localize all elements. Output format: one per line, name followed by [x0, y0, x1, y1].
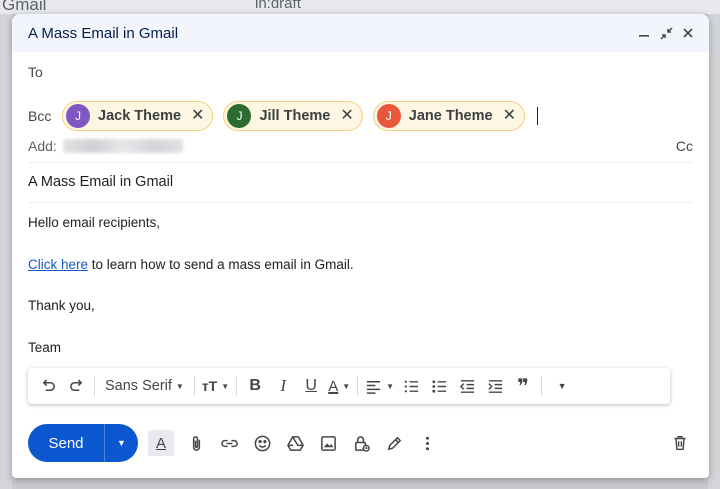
more-options-icon[interactable]: [411, 428, 444, 458]
remove-recipient-icon[interactable]: ✕: [503, 108, 516, 124]
align-icon[interactable]: ▼: [362, 372, 397, 400]
recipient-name: Jane Theme: [408, 108, 493, 124]
insert-photo-icon[interactable]: [312, 428, 345, 458]
divider: [28, 202, 693, 203]
formatting-options-icon[interactable]: A: [148, 430, 174, 456]
send-options-icon[interactable]: ▼: [105, 438, 138, 448]
toolbar-separator: [357, 376, 359, 396]
chevron-down-icon: ▼: [175, 381, 184, 391]
add-label: Add:: [28, 138, 57, 154]
recipient-chip[interactable]: J Jill Theme ✕: [223, 101, 363, 131]
blurred-suggestion[interactable]: [62, 139, 183, 153]
toolbar-separator: [94, 376, 95, 396]
background-search-text: in:draft: [255, 0, 301, 12]
to-label: To: [28, 64, 43, 80]
bcc-label: Bcc: [28, 108, 52, 124]
formatting-toolbar: Sans Serif ▼ тT ▼ B I U A ▼ ▼ ❞ ▼: [28, 368, 670, 404]
body-line-text: to learn how to send a mass email in Gma…: [88, 256, 354, 272]
recipient-name: Jack Theme: [98, 108, 182, 124]
bold-icon[interactable]: B: [241, 372, 269, 400]
chevron-down-icon: ▼: [342, 381, 351, 391]
drive-icon[interactable]: [279, 428, 312, 458]
compose-actions: A: [148, 428, 444, 458]
insert-link-icon[interactable]: [213, 428, 246, 458]
avatar: J: [66, 104, 90, 128]
italic-icon[interactable]: I: [269, 372, 297, 400]
more-formatting-icon[interactable]: ▼: [546, 372, 574, 400]
avatar: J: [227, 104, 252, 128]
emoji-icon[interactable]: [246, 428, 279, 458]
background-brand: Gmail: [2, 0, 47, 14]
body-link[interactable]: Click here: [28, 257, 88, 272]
compose-title: A Mass Email in Gmail: [28, 24, 179, 42]
redo-icon[interactable]: [62, 372, 90, 400]
to-field[interactable]: To: [28, 64, 693, 80]
divider: [28, 162, 693, 163]
background-app-bar: Gmail in:draft: [0, 0, 720, 14]
background-left-strip: [0, 14, 12, 489]
numbered-list-icon[interactable]: [397, 372, 425, 400]
undo-icon[interactable]: [34, 372, 62, 400]
remove-recipient-icon[interactable]: ✕: [340, 108, 353, 124]
minimize-icon[interactable]: [633, 22, 655, 44]
toolbar-separator: [236, 376, 238, 396]
add-suggestion-row: Add: Cc: [28, 136, 693, 156]
underline-icon[interactable]: U: [297, 372, 325, 400]
signature-pen-icon[interactable]: [378, 428, 411, 458]
body-line: Click here to learn how to send a mass e…: [28, 256, 693, 274]
bcc-field[interactable]: Bcc J Jack Theme ✕ J Jill Theme ✕ J Jane…: [28, 100, 693, 132]
remove-recipient-icon[interactable]: ✕: [191, 108, 204, 124]
background-right-strip: [708, 14, 720, 489]
indent-more-icon[interactable]: [481, 372, 509, 400]
quote-icon[interactable]: ❞: [509, 372, 537, 400]
font-select[interactable]: Sans Serif ▼: [99, 372, 190, 400]
confidential-mode-icon[interactable]: [345, 428, 378, 458]
body-signature: Team: [28, 339, 62, 355]
chevron-down-icon: ▼: [386, 381, 395, 391]
toolbar-separator: [193, 376, 195, 396]
exit-fullscreen-icon[interactable]: [655, 22, 677, 44]
recipient-chip[interactable]: J Jack Theme ✕: [62, 101, 214, 131]
recipient-chip[interactable]: J Jane Theme ✕: [372, 101, 525, 131]
discard-draft-icon[interactable]: [665, 428, 695, 458]
body-closing: Thank you,: [28, 298, 95, 314]
recipient-name: Jill Theme: [259, 108, 331, 124]
chevron-down-icon: ▼: [221, 381, 230, 391]
close-icon[interactable]: [677, 22, 699, 44]
body-greeting: Hello email recipients,: [28, 215, 161, 230]
text-color-icon[interactable]: A ▼: [325, 372, 353, 400]
avatar: J: [376, 104, 401, 128]
send-button-group: Send ▼: [28, 424, 138, 462]
chevron-down-icon: ▼: [557, 381, 567, 391]
indent-less-icon[interactable]: [453, 372, 481, 400]
cc-button[interactable]: Cc: [676, 138, 693, 154]
compose-header: A Mass Email in Gmail: [12, 14, 709, 52]
send-button[interactable]: Send: [28, 435, 104, 452]
subject-field[interactable]: A Mass Email in Gmail: [28, 174, 693, 190]
bulleted-list-icon[interactable]: [425, 372, 453, 400]
text-cursor: [537, 107, 538, 125]
toolbar-separator: [541, 376, 543, 396]
compose-window: A Mass Email in Gmail To Bcc J Jack Them…: [12, 14, 709, 478]
attach-icon[interactable]: [180, 428, 213, 458]
text-size-icon[interactable]: тT ▼: [199, 372, 232, 400]
font-select-value: Sans Serif: [105, 378, 172, 394]
message-body[interactable]: Hello email recipients, Click here to le…: [28, 214, 693, 380]
